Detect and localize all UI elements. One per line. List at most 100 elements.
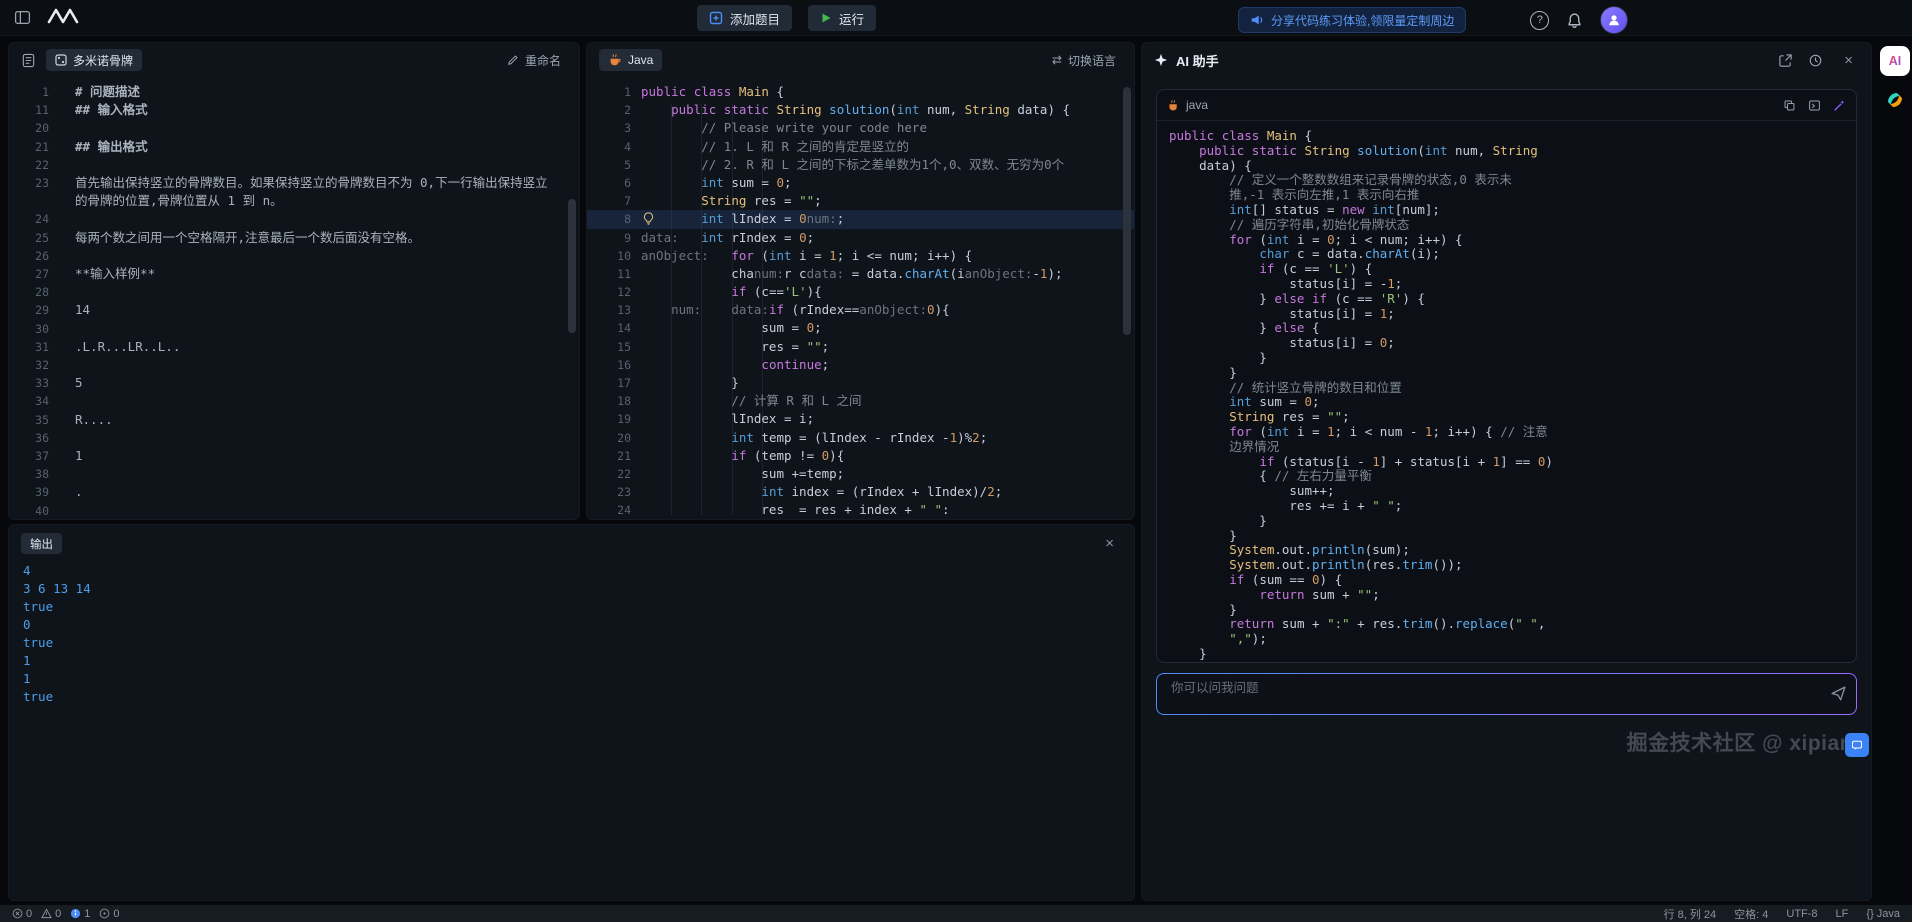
insert-code-icon[interactable] bbox=[1808, 99, 1821, 112]
code-line[interactable]: 6 int sum = 0; bbox=[587, 174, 1134, 192]
indentation-setting[interactable]: 空格: 4 bbox=[1734, 906, 1768, 922]
problem-line[interactable]: 28 bbox=[9, 283, 579, 301]
code-line[interactable]: 16 continue; bbox=[587, 356, 1134, 374]
problem-line[interactable]: 39. bbox=[9, 483, 579, 501]
problem-text: ## 输出格式 bbox=[75, 138, 579, 156]
line-number: 18 bbox=[587, 392, 631, 410]
rename-button[interactable]: 重命名 bbox=[500, 51, 567, 70]
cursor-position[interactable]: 行 8, 列 24 bbox=[1664, 906, 1717, 922]
switch-language-button[interactable]: ⇄ 切换语言 bbox=[1046, 51, 1122, 70]
code-line[interactable]: 5 // 2. R 和 L 之间的下标之差单数为1个,0、双数、无穷为0个 bbox=[587, 156, 1134, 174]
problem-line[interactable]: 38 bbox=[9, 465, 579, 483]
code-line[interactable]: 22 sum +=temp; bbox=[587, 465, 1134, 483]
code-line[interactable]: 23 int index = (rIndex + lIndex)/2; bbox=[587, 483, 1134, 501]
problem-title-chip[interactable]: 多米诺骨牌 bbox=[46, 49, 142, 71]
run-label: 运行 bbox=[839, 9, 864, 28]
code-line[interactable]: 14 sum = 0; bbox=[587, 319, 1134, 337]
problem-line[interactable]: 371 bbox=[9, 447, 579, 465]
code-line[interactable]: 19 lIndex = i; bbox=[587, 410, 1134, 428]
line-number: 25 bbox=[9, 229, 53, 247]
help-icon[interactable]: ? bbox=[1530, 11, 1549, 30]
sidebar-toggle-button[interactable] bbox=[12, 7, 33, 28]
problem-line[interactable]: 20 bbox=[9, 119, 579, 137]
problem-line[interactable]: 36 bbox=[9, 429, 579, 447]
code-line[interactable]: 10anObject: for (int i = 1; i <= num; i+… bbox=[587, 247, 1134, 265]
problem-line[interactable]: 35R.... bbox=[9, 411, 579, 429]
scrollbar-thumb[interactable] bbox=[568, 199, 576, 333]
problem-line[interactable]: 40 bbox=[9, 502, 579, 520]
problem-line[interactable]: 335 bbox=[9, 374, 579, 392]
problem-line[interactable]: 31.L.R...LR..L.. bbox=[9, 338, 579, 356]
send-icon[interactable] bbox=[1830, 685, 1847, 705]
practice-rail-button[interactable] bbox=[1883, 88, 1907, 115]
problem-line[interactable]: 30 bbox=[9, 320, 579, 338]
problem-line[interactable]: 21## 输出格式 bbox=[9, 138, 579, 156]
problem-line[interactable]: 24 bbox=[9, 210, 579, 228]
encoding-setting[interactable]: UTF-8 bbox=[1786, 908, 1817, 920]
code-line[interactable]: 21 if (temp != 0){ bbox=[587, 447, 1134, 465]
promo-banner[interactable]: 分享代码练习体验,领限量定制周边 bbox=[1238, 7, 1466, 33]
code-line[interactable]: 18 // 计算 R 和 L 之间 bbox=[587, 392, 1134, 410]
line-number: 31 bbox=[9, 338, 53, 356]
tab-output[interactable]: 输出 bbox=[21, 533, 62, 554]
code-line[interactable]: 8 int lIndex = 0num:; bbox=[587, 210, 1134, 228]
code-line[interactable]: 13 num: data:if (rIndex==anObject:0){ bbox=[587, 301, 1134, 319]
lightbulb-icon[interactable] bbox=[642, 212, 655, 230]
feedback-float-button[interactable] bbox=[1845, 733, 1869, 757]
scrollbar-thumb[interactable] bbox=[1123, 87, 1131, 335]
code-line[interactable]: 17 } bbox=[587, 374, 1134, 392]
magic-wand-icon[interactable] bbox=[1833, 99, 1846, 112]
ai-code-line: if (c == 'L') { bbox=[1169, 262, 1844, 277]
code-line[interactable]: 2 public static String solution(int num,… bbox=[587, 101, 1134, 119]
run-button[interactable]: 运行 bbox=[808, 5, 876, 31]
problem-line[interactable]: 11## 输入格式 bbox=[9, 101, 579, 119]
export-icon[interactable] bbox=[1778, 53, 1793, 68]
problem-line[interactable]: 32 bbox=[9, 356, 579, 374]
tab-java-label: Java bbox=[628, 53, 653, 67]
add-problem-button[interactable]: 添加题目 bbox=[697, 5, 792, 31]
code-line[interactable]: 15 res = ""; bbox=[587, 338, 1134, 356]
problem-line[interactable]: 23首先输出保持竖立的骨牌数目。如果保持竖立的骨牌数目不为 0,下一行输出保持竖… bbox=[9, 174, 579, 210]
info-count[interactable]: 1 bbox=[70, 908, 90, 920]
ai-input-box[interactable] bbox=[1156, 673, 1857, 715]
error-count[interactable]: 0 bbox=[12, 908, 32, 920]
code-line[interactable]: 1public class Main { bbox=[587, 83, 1134, 101]
problem-list-icon[interactable] bbox=[21, 53, 36, 68]
code-line[interactable]: 9data: int rIndex = 0; bbox=[587, 229, 1134, 247]
problem-text: 1 bbox=[75, 447, 579, 465]
avatar[interactable] bbox=[1600, 6, 1628, 34]
code-line[interactable]: 20 int temp = (lIndex - rIndex -1)%2; bbox=[587, 429, 1134, 447]
tab-java[interactable]: Java bbox=[599, 49, 662, 71]
copy-icon[interactable] bbox=[1783, 99, 1796, 112]
problem-line[interactable]: 22 bbox=[9, 156, 579, 174]
info-count-value: 1 bbox=[84, 908, 90, 920]
hint-count[interactable]: 0 bbox=[99, 908, 119, 920]
language-mode[interactable]: {} Java bbox=[1866, 908, 1900, 920]
problem-line[interactable]: 34 bbox=[9, 392, 579, 410]
code-line[interactable]: 4 // 1. L 和 R 之间的肯定是竖立的 bbox=[587, 138, 1134, 156]
ai-code-line: } bbox=[1169, 603, 1844, 618]
code-line[interactable]: 12 if (c=='L'){ bbox=[587, 283, 1134, 301]
line-number: 24 bbox=[587, 501, 631, 519]
problem-line[interactable]: 26 bbox=[9, 247, 579, 265]
history-icon[interactable] bbox=[1808, 53, 1823, 68]
problem-line[interactable]: 27**输入样例** bbox=[9, 265, 579, 283]
bell-icon[interactable] bbox=[1566, 12, 1583, 29]
code-line[interactable]: 11 chanum:r cdata: = data.charAt(ianObje… bbox=[587, 265, 1134, 283]
code-line[interactable]: 3 // Please write your code here bbox=[587, 119, 1134, 137]
eol-setting[interactable]: LF bbox=[1836, 908, 1849, 920]
close-output-icon[interactable]: × bbox=[1099, 535, 1120, 552]
code-line[interactable]: 7 String res = ""; bbox=[587, 192, 1134, 210]
problem-line[interactable]: 2914 bbox=[9, 301, 579, 319]
ai-code-line: if (status[i - 1] + status[i + 1] == 0) bbox=[1169, 455, 1844, 470]
ai-rail-button[interactable]: AI bbox=[1880, 46, 1910, 76]
problem-line[interactable]: 25每两个数之间用一个空格隔开,注意最后一个数后面没有空格。 bbox=[9, 229, 579, 247]
warning-count[interactable]: 0 bbox=[41, 908, 61, 920]
problem-line[interactable]: 1# 问题描述 bbox=[9, 83, 579, 101]
ai-question-input[interactable] bbox=[1169, 680, 1818, 696]
code-text: // 2. R 和 L 之间的下标之差单数为1个,0、双数、无穷为0个 bbox=[631, 156, 1064, 174]
ai-code-line: char c = data.charAt(i); bbox=[1169, 247, 1844, 262]
close-ai-icon[interactable]: × bbox=[1838, 52, 1859, 69]
ai-code-line: status[i] = 1; bbox=[1169, 307, 1844, 322]
code-line[interactable]: 24 res = res + index + " ": bbox=[587, 501, 1134, 519]
